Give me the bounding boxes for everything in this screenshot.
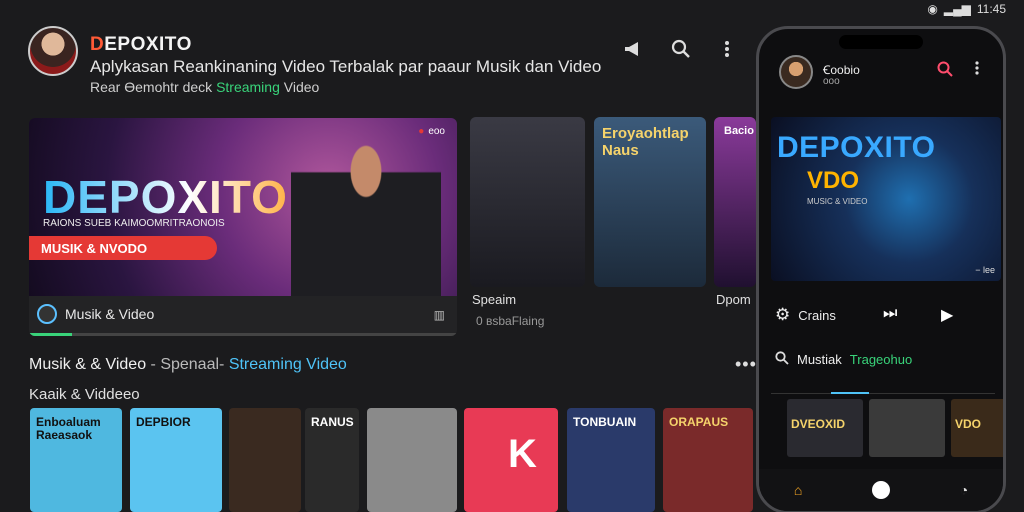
hero-progress [29, 333, 457, 336]
singer-figure [291, 118, 441, 296]
record-button-icon[interactable] [872, 481, 890, 499]
hero-title: DEPOXITO [43, 171, 288, 223]
media-tile[interactable]: TONBUAIN [567, 408, 655, 512]
media-tile[interactable]: DEPBIOR [130, 408, 222, 512]
profile-icon[interactable]: ◔ [960, 482, 968, 498]
media-tile[interactable]: K [464, 408, 558, 512]
play-circle-icon[interactable] [37, 304, 57, 324]
thumb-card[interactable] [470, 117, 585, 287]
avatar[interactable] [28, 26, 78, 76]
play-icon[interactable]: ▶ [941, 305, 953, 325]
phone-tile[interactable]: VDO [951, 399, 1003, 457]
phone-divider [771, 392, 995, 394]
phone-bottom-nav: ⌂ ◔ [759, 469, 1003, 511]
home-icon[interactable]: ⌂ [794, 482, 802, 498]
media-tile[interactable] [367, 408, 457, 512]
search-icon [775, 351, 789, 368]
hero-card[interactable]: DEPOXITO RAIONS SUEB KAIMOOMRITRAONOIS M… [29, 118, 457, 336]
more-button[interactable]: ••• [735, 354, 757, 375]
phone-mockup: Ꞓoobio ooo DEPOXITO VDO MUSIC & VIDEO − … [756, 26, 1006, 512]
bars-icon: ▥ [433, 308, 445, 322]
record-icon: ● [418, 126, 425, 137]
media-tile[interactable]: RANUS [305, 408, 359, 512]
thumb-card[interactable]: Eroyaohtlap Naus [594, 117, 706, 287]
thumb-subcaption: 0 ʙsbaFlaing [476, 314, 545, 328]
phone-tile[interactable]: DVEOXID [787, 399, 863, 457]
section-subtitle: Kaaik & Viddeeo [29, 386, 140, 403]
phone-avatar[interactable] [779, 55, 813, 89]
hero-button[interactable]: MUSIK & NVODO [29, 236, 217, 260]
media-tile[interactable] [229, 408, 301, 512]
hero-footer: Musik & Video [37, 304, 154, 324]
thumb-card[interactable]: Bacio [714, 117, 756, 287]
search-icon[interactable] [670, 38, 692, 60]
section-title: Musik & & Video - Spenaal- Streaming Vid… [29, 356, 347, 373]
thumb-caption: Dpom [716, 292, 751, 307]
phone-search-row[interactable]: Mustiak Trageohuo [775, 351, 912, 368]
clock: 11:45 [976, 2, 1006, 16]
wifi-icon: ◉ [927, 2, 938, 16]
app-subtitle: Rear Ɵemohtr deck Streaming Video [90, 79, 320, 95]
phone-search-icon[interactable] [937, 61, 953, 80]
phone-tile[interactable] [869, 399, 945, 457]
phone-notch [839, 35, 923, 49]
phone-more-icon[interactable] [975, 61, 979, 78]
skip-forward-icon[interactable]: ⏭ [883, 305, 897, 323]
megaphone-icon[interactable] [622, 38, 644, 60]
app-name: DEPOXITO [90, 34, 192, 55]
thumb-caption: Speaim [472, 292, 517, 307]
more-icon[interactable] [716, 38, 738, 60]
hero-tagline: RAIONS SUEB KAIMOOMRITRAONOIS [43, 218, 225, 229]
hero-image: DEPOXITO RAIONS SUEB KAIMOOMRITRAONOIS M… [29, 118, 457, 296]
status-bar: ◉ ▂▄▆ 11:45 [927, 2, 1006, 16]
live-badge: ● eoo [418, 126, 445, 137]
signal-icon: ▂▄▆ [943, 2, 971, 16]
gear-icon[interactable]: ⚙ [775, 305, 790, 325]
media-tile[interactable]: Enboaluam Raeasaok [30, 408, 122, 512]
phone-profile-sub: ooo [823, 76, 840, 87]
phone-controls-row: ⚙ Crains [775, 305, 836, 325]
phone-banner[interactable]: DEPOXITO VDO MUSIC & VIDEO − lee [771, 117, 1001, 281]
media-tile[interactable]: ORAPAUS [663, 408, 753, 512]
app-description: Aplykasan Reankinaning Video Terbalak pa… [90, 57, 602, 76]
